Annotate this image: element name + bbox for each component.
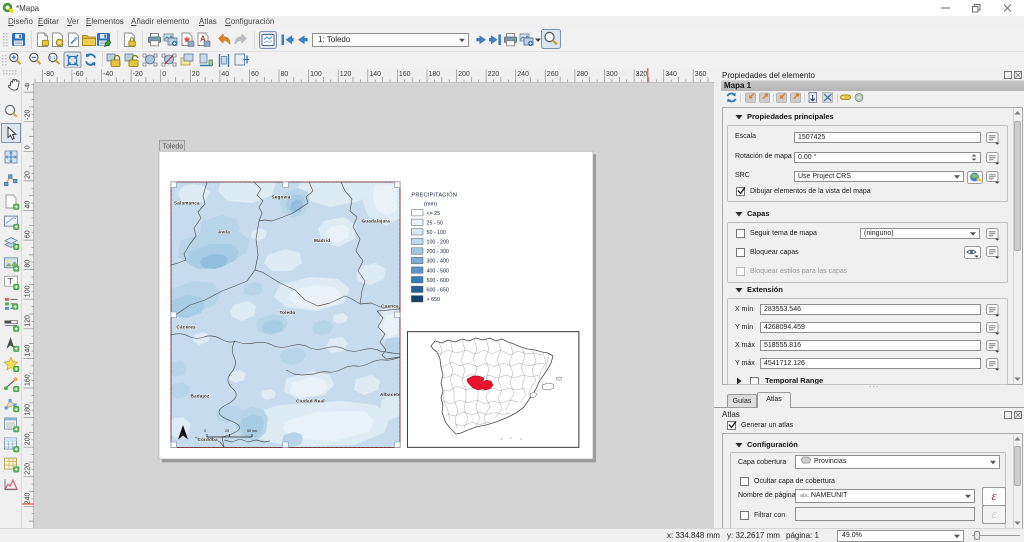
svg-text:200 - 300: 200 - 300 — [427, 249, 449, 255]
svg-text:Guadalajara: Guadalajara — [362, 219, 391, 224]
svg-text:280: 280 — [576, 71, 588, 78]
svg-text:-40: -40 — [25, 83, 32, 90]
svg-text:Ciudad Real: Ciudad Real — [296, 398, 325, 403]
svg-text:0: 0 — [204, 429, 206, 433]
svg-text:(mm): (mm) — [424, 202, 437, 208]
svg-text:Albacete: Albacete — [380, 392, 401, 397]
svg-text:-80: -80 — [44, 71, 54, 78]
svg-text:20: 20 — [192, 71, 200, 78]
svg-text:Madrid: Madrid — [314, 238, 330, 243]
svg-text:> 650: > 650 — [427, 297, 440, 303]
svg-text:Toledo: Toledo — [280, 310, 296, 315]
svg-text:220: 220 — [25, 463, 32, 475]
svg-text:Salamanca: Salamanca — [174, 201, 200, 206]
svg-text:140: 140 — [369, 71, 381, 78]
svg-text:160: 160 — [399, 71, 411, 78]
svg-text:Córdoba: Córdoba — [198, 437, 219, 442]
svg-text:300 - 400: 300 - 400 — [427, 259, 449, 265]
svg-text:240: 240 — [25, 493, 32, 505]
svg-text:300: 300 — [606, 71, 618, 78]
svg-text:60: 60 — [251, 71, 259, 78]
svg-text:0: 0 — [25, 145, 32, 149]
svg-text:1:1: 1:1 — [49, 55, 56, 60]
svg-text:120: 120 — [340, 71, 352, 78]
svg-text:50 - 100: 50 - 100 — [427, 230, 446, 236]
svg-text:140: 140 — [25, 345, 32, 357]
svg-text:25: 25 — [225, 429, 229, 433]
svg-text:25 - 50: 25 - 50 — [427, 221, 444, 227]
svg-text:-60: -60 — [73, 71, 83, 78]
svg-text:100 - 200: 100 - 200 — [427, 240, 449, 246]
svg-text:120: 120 — [25, 315, 32, 327]
svg-text:PRECIPITACIÓN: PRECIPITACIÓN — [411, 192, 457, 199]
svg-text:200: 200 — [25, 433, 32, 445]
svg-text:340: 340 — [665, 71, 677, 78]
svg-text:0: 0 — [162, 71, 166, 78]
svg-text:-20: -20 — [133, 71, 143, 78]
svg-text:-40: -40 — [103, 71, 113, 78]
svg-text:Toledo: Toledo — [163, 144, 184, 151]
svg-text:Ávila: Ávila — [218, 229, 230, 235]
svg-text:80: 80 — [281, 71, 289, 78]
svg-text:Badajoz: Badajoz — [191, 393, 211, 398]
svg-text:-20: -20 — [25, 109, 32, 119]
svg-text:Cáceres: Cáceres — [177, 325, 197, 330]
svg-text:Segovia: Segovia — [272, 195, 291, 200]
svg-text:500 - 600: 500 - 600 — [427, 278, 449, 284]
svg-text:200: 200 — [458, 71, 470, 78]
svg-text:180: 180 — [25, 404, 32, 416]
svg-text:40: 40 — [25, 201, 32, 209]
svg-text:220: 220 — [488, 71, 500, 78]
svg-text:T: T — [8, 277, 14, 287]
svg-text:160: 160 — [25, 374, 32, 386]
svg-text:400 - 500: 400 - 500 — [427, 268, 449, 274]
svg-text:40: 40 — [221, 71, 229, 78]
svg-text:180: 180 — [429, 71, 441, 78]
svg-text:<= 25: <= 25 — [427, 211, 441, 217]
svg-text:20: 20 — [25, 171, 32, 179]
svg-text:50 km: 50 km — [247, 429, 257, 433]
svg-text:Cuenca: Cuenca — [381, 304, 399, 309]
svg-text:240: 240 — [517, 71, 529, 78]
svg-text:100: 100 — [25, 285, 32, 297]
svg-text:360: 360 — [695, 71, 707, 78]
svg-text:100: 100 — [310, 71, 322, 78]
svg-text:600 - 650: 600 - 650 — [427, 288, 449, 294]
svg-text:320: 320 — [636, 71, 648, 78]
svg-text:80: 80 — [25, 260, 32, 268]
svg-text:260: 260 — [547, 71, 559, 78]
svg-text:60: 60 — [25, 230, 32, 238]
